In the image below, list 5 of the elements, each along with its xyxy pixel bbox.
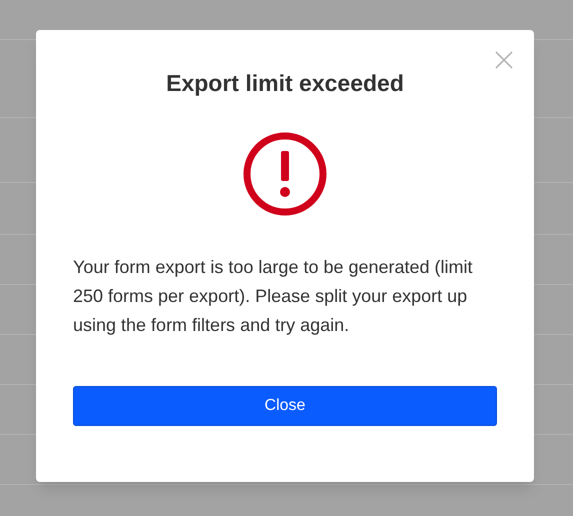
dialog-message: Your form export is too large to be generated (limit 250 forms per export). Please split your export up using the form filters and try again. (73, 256, 474, 337)
close-icon[interactable] (494, 50, 514, 70)
close-button[interactable]: Close (73, 386, 497, 426)
dialog-title: Export limit exceeded (166, 69, 404, 98)
warning-icon (242, 130, 328, 216)
